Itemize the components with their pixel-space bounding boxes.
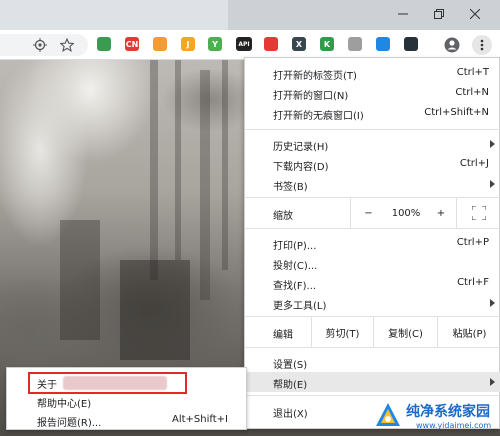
zoom-level: 100% [386,198,426,228]
edit-label: 编辑 [273,330,293,341]
k-extension-icon[interactable]: K [320,37,334,51]
x-extension-icon[interactable]: X [292,37,306,51]
menu-item-shortcut: Ctrl+J [459,158,489,169]
menu-item-shortcut: Ctrl+N [455,87,489,98]
menu-item-label: 下载内容(D) [273,162,329,173]
flame-extension-icon[interactable] [264,37,278,51]
menu-item-new-window[interactable]: 打开新的窗口(N) Ctrl+N [245,83,500,103]
j-extension-icon[interactable]: J [181,37,195,51]
menu-item-print[interactable]: 打印(P)... Ctrl+P [245,233,500,253]
menu-item-more-tools[interactable]: 更多工具(L) [245,293,500,313]
menu-item-downloads[interactable]: 下载内容(D) Ctrl+J [245,154,500,174]
fox-extension-icon[interactable] [153,37,167,51]
fullscreen-icon [472,206,486,220]
tab-strip [0,0,228,30]
menu-item-label: 打开新的标签页(T) [273,71,357,82]
menu-divider [245,395,500,396]
menu-item-label: 更多工具(L) [273,301,327,312]
fullscreen-button[interactable] [456,198,500,228]
speedometer-extension-icon[interactable] [404,37,418,51]
close-icon[interactable] [459,0,491,28]
menu-divider [245,129,500,130]
submenu-arrow-icon [490,378,495,386]
zoom-value: 100% [391,207,421,219]
menu-item-history[interactable]: 历史记录(H) [245,134,500,154]
watermark-title: 纯净系统家园 [406,404,490,420]
submenu-arrow-icon [490,140,495,148]
green-sheet-extension-icon[interactable] [97,37,111,51]
menu-item-help[interactable]: 帮助(E) [245,372,500,392]
star-icon[interactable] [59,37,75,53]
edit-row: 编辑 剪切(T) 复制(C) 粘贴(P) [245,317,500,347]
avatar-icon[interactable] [444,37,460,53]
submenu-arrow-icon [490,180,495,188]
menu-divider [245,347,500,348]
submenu-item-label: 帮助中心(E) [37,399,92,410]
watermark-url: www.yidaimei.com [416,421,492,430]
menu-item-label: 打印(P)... [273,241,317,252]
zoom-out-button[interactable]: − [350,198,386,228]
translate-extension-icon[interactable] [348,37,362,51]
zoom-label: 缩放 [273,211,293,222]
menu-item-cast[interactable]: 投射(C)... [245,253,500,273]
location-icon[interactable] [32,37,48,53]
submenu-arrow-icon [490,299,495,307]
menu-item-shortcut: Ctrl+F [457,277,489,288]
site-watermark: 纯净系统家园 www.yidaimei.com [372,398,500,436]
submenu-item-about[interactable]: 关于 [7,372,248,394]
menu-item-label: 查找(F)... [273,281,317,292]
menu-item-label: 打开新的无痕窗口(I) [273,111,364,122]
chrome-main-menu: 打开新的标签页(T) Ctrl+T 打开新的窗口(N) Ctrl+N 打开新的无… [244,57,500,429]
menu-item-label: 帮助(E) [273,380,308,391]
copy-label: 复制(C) [388,328,423,340]
zoom-in-button[interactable]: + [426,198,456,228]
menu-item-find[interactable]: 查找(F)... Ctrl+F [245,273,500,293]
menu-divider [245,228,500,229]
zoom-out-label: − [364,207,373,219]
cut-button[interactable]: 剪切(T) [311,317,373,347]
menu-item-label: 打开新的窗口(N) [273,91,349,102]
submenu-item-label: 报告问题(R)... [37,418,102,429]
api-extension-icon[interactable]: API [236,37,252,51]
copy-button[interactable]: 复制(C) [373,317,437,347]
submenu-item-help-center[interactable]: 帮助中心(E) [7,391,248,411]
menu-item-label: 退出(X) [273,409,308,420]
menu-item-label: 投射(C)... [273,261,318,272]
paste-button[interactable]: 粘贴(P) [437,317,500,347]
y-extension-icon[interactable]: Y [208,37,222,51]
more-vert-icon[interactable] [472,35,492,55]
menu-item-bookmarks[interactable]: 书签(B) [245,174,500,194]
minimize-icon[interactable] [387,0,419,28]
download-extension-icon[interactable] [376,37,390,51]
video-extension-icon[interactable]: CN [125,37,139,51]
menu-item-label: 历史记录(H) [273,142,329,153]
menu-item-new-incognito[interactable]: 打开新的无痕窗口(I) Ctrl+Shift+N [245,103,500,123]
menu-item-shortcut: Ctrl+Shift+N [424,107,489,118]
restore-icon[interactable] [423,0,455,28]
cut-label: 剪切(T) [325,328,360,340]
submenu-item-report-issue[interactable]: 报告问题(R)... Alt+Shift+I [7,410,248,430]
menu-item-shortcut: Ctrl+P [456,237,489,248]
menu-item-shortcut: Ctrl+T [456,67,489,78]
zoom-row: 缩放 − 100% + [245,198,500,228]
title-bar [0,0,500,30]
menu-item-label: 设置(S) [273,360,308,371]
menu-item-label: 书签(B) [273,182,308,193]
submenu-item-shortcut: Alt+Shift+I [172,414,228,425]
zoom-in-label: + [436,207,446,219]
help-submenu: 关于 帮助中心(E) 报告问题(R)... Alt+Shift+I [6,367,247,430]
watermark-logo-icon [376,403,400,426]
menu-item-new-tab[interactable]: 打开新的标签页(T) Ctrl+T [245,63,500,83]
menu-item-settings[interactable]: 设置(S) [245,352,500,372]
paste-label: 粘贴(P) [452,328,487,340]
